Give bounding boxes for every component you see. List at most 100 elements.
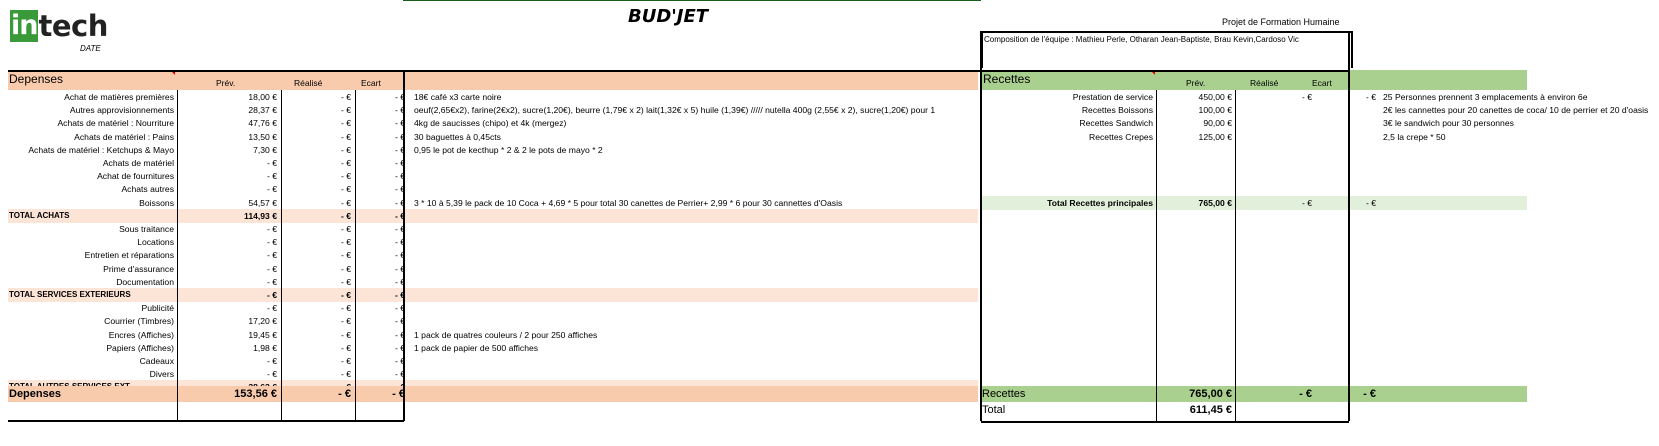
ecart-cell[interactable]: - €	[356, 328, 408, 342]
total-value[interactable]: 611,45 €	[1157, 402, 1235, 418]
ecart-cell[interactable]: - €	[356, 301, 408, 315]
row-label[interactable]: Achats de matériel : Nourriture	[8, 116, 176, 130]
note-cell[interactable]	[412, 314, 986, 328]
prev-cell[interactable]: - €	[178, 182, 280, 196]
note-cell[interactable]: 0,95 le pot de kecthup * 2 & 2 le pots d…	[412, 143, 986, 157]
prev-cell[interactable]: 13,50 €	[178, 130, 280, 144]
real-cell[interactable]: - €	[282, 90, 354, 104]
note-cell[interactable]	[412, 354, 986, 368]
note-cell[interactable]	[412, 156, 986, 170]
row-label[interactable]: Prime d'assurance	[8, 262, 176, 276]
prev-cell[interactable]: - €	[178, 222, 280, 236]
row-label[interactable]: Cadeaux	[8, 354, 176, 368]
ecart-cell[interactable]: - €	[356, 196, 408, 210]
row-label[interactable]: Prestation de service	[981, 90, 1155, 104]
ecart-cell[interactable]: - €	[356, 182, 408, 196]
prev-cell[interactable]: - €	[178, 288, 280, 302]
real-cell[interactable]: - €	[1237, 196, 1315, 210]
row-label[interactable]: TOTAL SERVICES EXTERIEURS	[8, 288, 176, 302]
prev-cell[interactable]: 47,76 €	[178, 116, 280, 130]
prev-cell[interactable]: 7,30 €	[178, 143, 280, 157]
note-cell[interactable]	[412, 182, 986, 196]
real-cell[interactable]: - €	[1237, 386, 1315, 402]
row-label[interactable]: Encres (Affiches)	[8, 328, 176, 342]
real-cell[interactable]: - €	[282, 314, 354, 328]
real-cell[interactable]: - €	[282, 182, 354, 196]
prev-cell[interactable]: 125,00 €	[1157, 130, 1235, 144]
real-cell[interactable]: - €	[282, 222, 354, 236]
real-cell[interactable]: - €	[282, 156, 354, 170]
note-cell[interactable]	[412, 248, 986, 262]
real-cell[interactable]: - €	[282, 116, 354, 130]
row-label[interactable]: Total Recettes principales	[981, 196, 1155, 210]
row-label[interactable]: Papiers (Affiches)	[8, 341, 176, 355]
note-cell[interactable]: 1 pack de quatres couleurs / 2 pour 250 …	[412, 328, 986, 342]
prev-cell[interactable]: 450,00 €	[1157, 90, 1235, 104]
note-cell[interactable]	[412, 367, 986, 381]
note-cell[interactable]: 18€ café x3 carte noire	[412, 90, 986, 104]
real-cell[interactable]: - €	[282, 275, 354, 289]
ecart-cell[interactable]: - €	[356, 156, 408, 170]
note-cell[interactable]	[412, 301, 986, 315]
ecart-cell[interactable]: - €	[356, 314, 408, 328]
note-cell[interactable]: 3€ le sandwich pour 30 personnes	[1381, 116, 1659, 130]
real-cell[interactable]: - €	[282, 367, 354, 381]
ecart-cell[interactable]: - €	[356, 288, 408, 302]
prev-cell[interactable]: - €	[178, 235, 280, 249]
note-cell[interactable]	[412, 169, 986, 183]
ecart-cell[interactable]: - €	[356, 235, 408, 249]
row-label[interactable]: Boissons	[8, 196, 176, 210]
row-label[interactable]: Achats de matériel : Ketchups & Mayo	[8, 143, 176, 157]
real-cell[interactable]: - €	[282, 341, 354, 355]
ecart-cell[interactable]: - €	[356, 222, 408, 236]
ecart-cell[interactable]: - €	[356, 354, 408, 368]
row-label[interactable]: Achats de matériel : Pains	[8, 130, 176, 144]
ecart-cell[interactable]: - €	[356, 248, 408, 262]
note-cell[interactable]	[412, 222, 986, 236]
note-cell[interactable]	[412, 262, 986, 276]
prev-cell[interactable]: 100,00 €	[1157, 103, 1235, 117]
note-cell[interactable]: 2€ les cannettes pour 20 canettes de coc…	[1381, 103, 1659, 117]
total-label[interactable]: Total	[981, 402, 1155, 418]
real-cell[interactable]: - €	[282, 169, 354, 183]
prev-cell[interactable]: - €	[178, 367, 280, 381]
prev-cell[interactable]: - €	[178, 248, 280, 262]
row-label[interactable]: Publicité	[8, 301, 176, 315]
composition-box[interactable]: Composition de l'équipe : Mathieu Perle,…	[981, 31, 1353, 68]
real-cell[interactable]: - €	[282, 328, 354, 342]
prev-cell[interactable]: - €	[178, 301, 280, 315]
note-cell[interactable]: oeuf(2,65€x2), farine(2€x2), sucre(1,20€…	[412, 103, 986, 117]
real-cell[interactable]	[1237, 103, 1315, 117]
row-label[interactable]: Recettes Boissons	[981, 103, 1155, 117]
ecart-cell[interactable]: - €	[356, 130, 408, 144]
row-label[interactable]: Achats autres	[8, 182, 176, 196]
prev-cell[interactable]: 54,57 €	[178, 196, 280, 210]
prev-cell[interactable]: - €	[178, 262, 280, 276]
note-cell[interactable]	[412, 235, 986, 249]
real-cell[interactable]: - €	[282, 301, 354, 315]
prev-cell[interactable]: 18,00 €	[178, 90, 280, 104]
ecart-cell[interactable]: - €	[356, 275, 408, 289]
row-label[interactable]: Sous traitance	[8, 222, 176, 236]
real-cell[interactable]: - €	[282, 196, 354, 210]
row-label[interactable]: Locations	[8, 235, 176, 249]
real-cell[interactable]: - €	[282, 209, 354, 223]
prev-cell[interactable]: - €	[178, 156, 280, 170]
prev-cell[interactable]: 765,00 €	[1157, 386, 1235, 402]
row-label[interactable]: Documentation	[8, 275, 176, 289]
note-cell[interactable]	[412, 275, 986, 289]
ecart-cell[interactable]: - €	[356, 367, 408, 381]
row-label[interactable]: Recettes Sandwich	[981, 116, 1155, 130]
prev-cell[interactable]: - €	[178, 354, 280, 368]
prev-cell[interactable]: - €	[178, 169, 280, 183]
note-cell[interactable]: 25 Personnes prennent 3 emplacements à e…	[1381, 90, 1659, 104]
ecart-cell[interactable]: - €	[356, 262, 408, 276]
prev-cell[interactable]: 114,93 €	[178, 209, 280, 223]
row-label[interactable]: Depenses	[8, 386, 176, 402]
row-label[interactable]: TOTAL ACHATS	[8, 209, 176, 223]
row-label[interactable]: Achat de fournitures	[8, 169, 176, 183]
row-label[interactable]: Autres approvisionnements	[8, 103, 176, 117]
real-cell[interactable]: - €	[282, 288, 354, 302]
row-label[interactable]: Achat de matières premières	[8, 90, 176, 104]
ecart-cell[interactable]: - €	[356, 103, 408, 117]
